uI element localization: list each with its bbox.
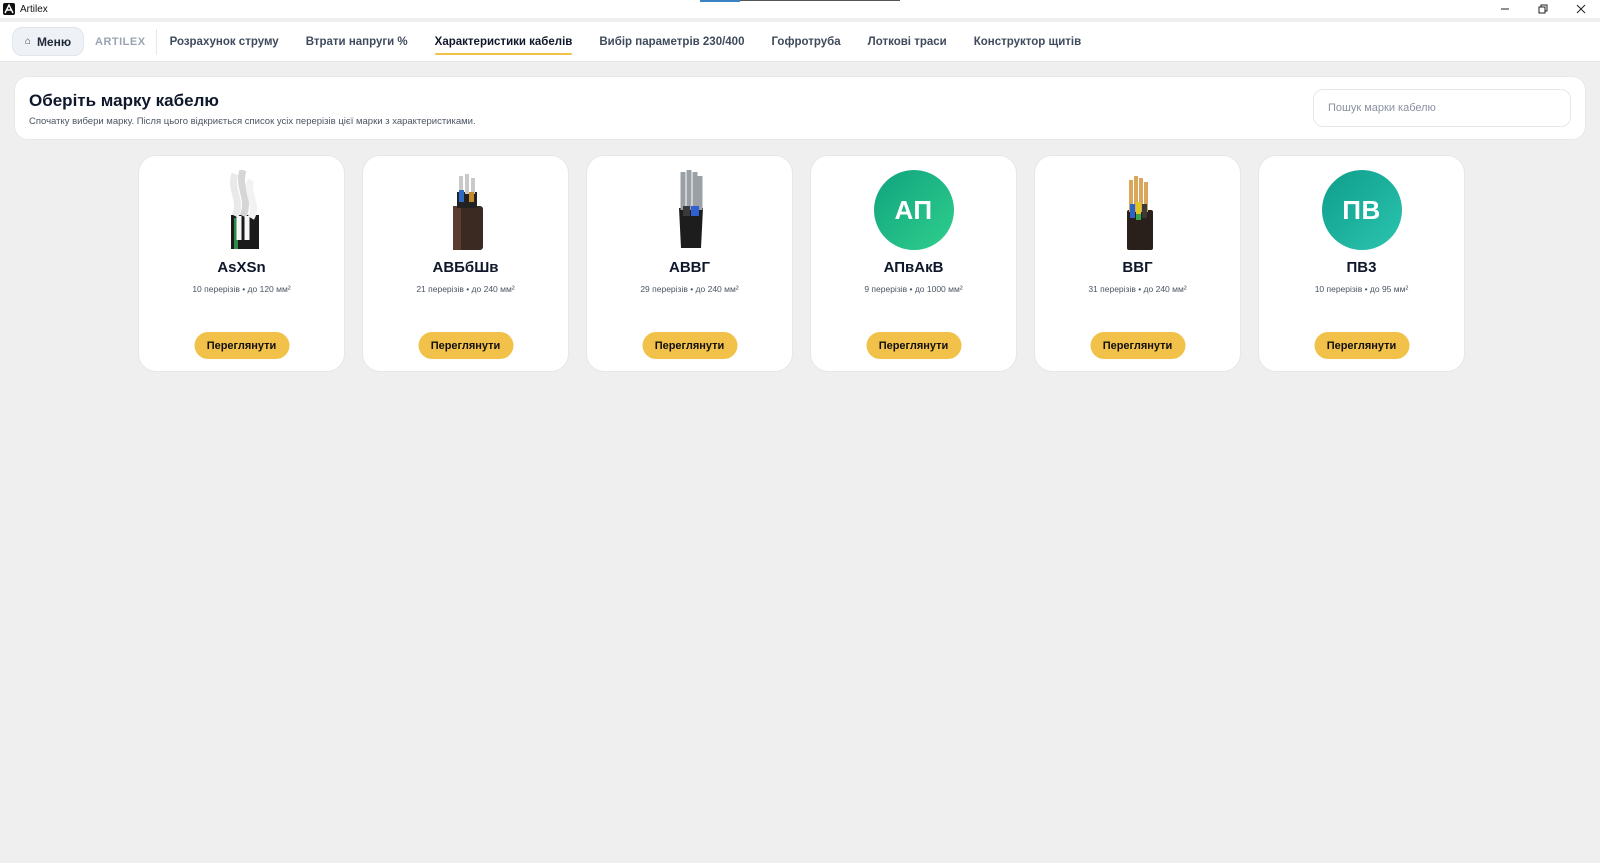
header-card: Оберіть марку кабелю Спочатку вибери мар… xyxy=(14,76,1586,140)
cable-brand-cards: AsXSn 10 перерізів • до 120 мм² Переглян… xyxy=(138,155,1465,372)
cable-card-pv3[interactable]: ПВ ПВ3 10 перерізів • до 95 мм² Переглян… xyxy=(1258,155,1465,372)
close-icon xyxy=(1576,4,1586,14)
brand-badge: АП xyxy=(873,170,954,250)
titlebar-divider xyxy=(740,0,900,1)
cable-avvg-icon xyxy=(678,170,703,248)
card-media xyxy=(1035,170,1240,250)
brand-label: ARTILEX xyxy=(95,28,157,55)
view-button[interactable]: Переглянути xyxy=(1090,332,1185,359)
card-name: АВБбШв xyxy=(432,259,499,276)
cable-card-asxsn[interactable]: AsXSn 10 перерізів • до 120 мм² Переглян… xyxy=(138,155,345,372)
card-meta: 21 перерізів • до 240 мм² xyxy=(416,284,515,294)
search-box xyxy=(1313,89,1571,127)
minimize-icon xyxy=(1501,8,1509,10)
card-media: ПВ xyxy=(1259,170,1464,250)
cable-asxsn-icon xyxy=(229,170,259,249)
view-button[interactable]: Переглянути xyxy=(418,332,513,359)
view-button[interactable]: Переглянути xyxy=(194,332,289,359)
card-media xyxy=(587,170,792,250)
minimize-button[interactable] xyxy=(1486,0,1524,18)
card-meta: 9 перерізів • до 1000 мм² xyxy=(864,284,963,294)
page-subtitle: Спочатку вибери марку. Після цього відкр… xyxy=(29,116,476,127)
home-icon: ⌂ xyxy=(24,36,31,47)
window-titlebar: Artilex xyxy=(0,0,1600,18)
tab-cable-trays[interactable]: Лоткові траси xyxy=(868,22,947,62)
card-meta: 10 перерізів • до 95 мм² xyxy=(1314,284,1409,294)
cable-card-apvakv[interactable]: АП АПвАкВ 9 перерізів • до 1000 мм² Пере… xyxy=(810,155,1017,372)
page-title: Оберіть марку кабелю xyxy=(29,91,219,110)
tab-current-calculation[interactable]: Розрахунок струму xyxy=(170,22,279,62)
menu-button[interactable]: ⌂ Меню xyxy=(12,27,84,56)
card-name: АВВГ xyxy=(668,259,710,276)
window-title: Artilex xyxy=(20,3,48,15)
restore-icon xyxy=(1538,4,1548,14)
card-name: ВВГ xyxy=(1122,259,1153,276)
close-button[interactable] xyxy=(1562,0,1600,18)
view-button[interactable]: Переглянути xyxy=(1314,332,1409,359)
card-name: AsXSn xyxy=(217,259,266,276)
nav-tabs: Розрахунок струму Втрати напруги % Харак… xyxy=(170,22,1109,62)
card-meta: 29 перерізів • до 240 мм² xyxy=(640,284,739,294)
titlebar-accent xyxy=(700,0,740,2)
cable-card-avvg[interactable]: АВВГ 29 перерізів • до 240 мм² Перегляну… xyxy=(586,155,793,372)
card-name: АПвАкВ xyxy=(883,259,944,276)
cable-vvg-icon xyxy=(1126,176,1153,250)
card-media xyxy=(363,170,568,250)
view-button[interactable]: Переглянути xyxy=(866,332,961,359)
window-controls xyxy=(1486,0,1600,18)
tab-corrugated-pipe[interactable]: Гофротруба xyxy=(771,22,840,62)
card-media xyxy=(139,170,344,250)
cable-card-avbbshv[interactable]: АВБбШв 21 перерізів • до 240 мм² Перегля… xyxy=(362,155,569,372)
card-name: ПВ3 xyxy=(1346,259,1377,276)
card-meta: 10 перерізів • до 120 мм² xyxy=(192,284,291,294)
tab-cable-characteristics[interactable]: Характеристики кабелів xyxy=(434,22,572,62)
card-meta: 31 перерізів • до 240 мм² xyxy=(1088,284,1187,294)
restore-button[interactable] xyxy=(1524,0,1562,18)
cable-avbbshv-icon xyxy=(452,174,483,250)
top-navigation: ⌂ Меню ARTILEX Розрахунок струму Втрати … xyxy=(0,22,1600,62)
brand-badge: ПВ xyxy=(1321,170,1402,250)
menu-button-label: Меню xyxy=(36,34,72,49)
search-input[interactable] xyxy=(1328,102,1558,114)
tab-panel-builder[interactable]: Конструктор щитів xyxy=(974,22,1081,62)
tab-voltage-drop[interactable]: Втрати напруги % xyxy=(306,22,408,62)
app-logo-icon xyxy=(3,3,15,15)
cable-card-vvg[interactable]: ВВГ 31 перерізів • до 240 мм² Переглянут… xyxy=(1034,155,1241,372)
view-button[interactable]: Переглянути xyxy=(642,332,737,359)
tab-parameter-selection[interactable]: Вибір параметрів 230/400 xyxy=(599,22,744,62)
card-media: АП xyxy=(811,170,1016,250)
